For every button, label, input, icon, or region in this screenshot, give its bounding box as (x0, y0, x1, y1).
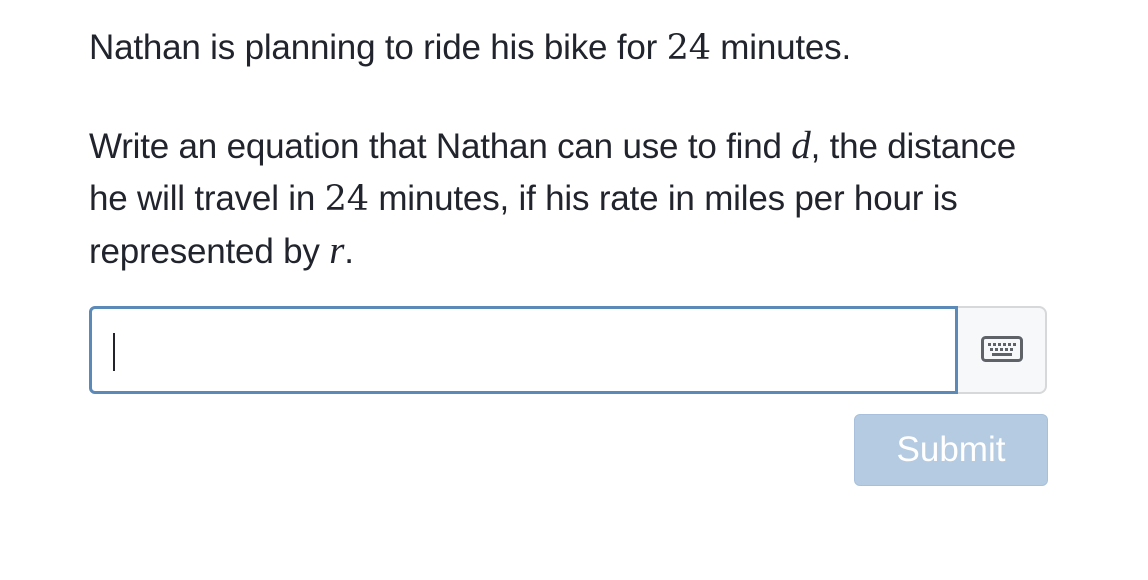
problem-intro: Nathan is planning to ride his bike for … (89, 22, 1049, 74)
keypad-toggle-button[interactable] (958, 306, 1047, 394)
math-answer-input[interactable] (89, 306, 958, 394)
submit-button[interactable]: Submit (854, 414, 1048, 486)
question-text-end: . (344, 232, 354, 271)
math-number: 24 (324, 179, 369, 219)
math-number: 24 (666, 28, 711, 68)
problem-statement: Nathan is planning to ride his bike for … (89, 22, 1049, 278)
math-variable-r: r (329, 229, 345, 272)
math-variable-d: d (791, 124, 811, 167)
problem-intro-text: Nathan is planning to ride his bike for (89, 28, 667, 67)
text-caret (113, 333, 115, 371)
answer-row (89, 306, 1047, 394)
problem-question: Write an equation that Nathan can use to… (89, 120, 1049, 278)
keyboard-icon (980, 336, 1023, 362)
problem-intro-text-end: minutes. (710, 28, 851, 67)
question-text: Write an equation that Nathan can use to… (89, 127, 792, 166)
